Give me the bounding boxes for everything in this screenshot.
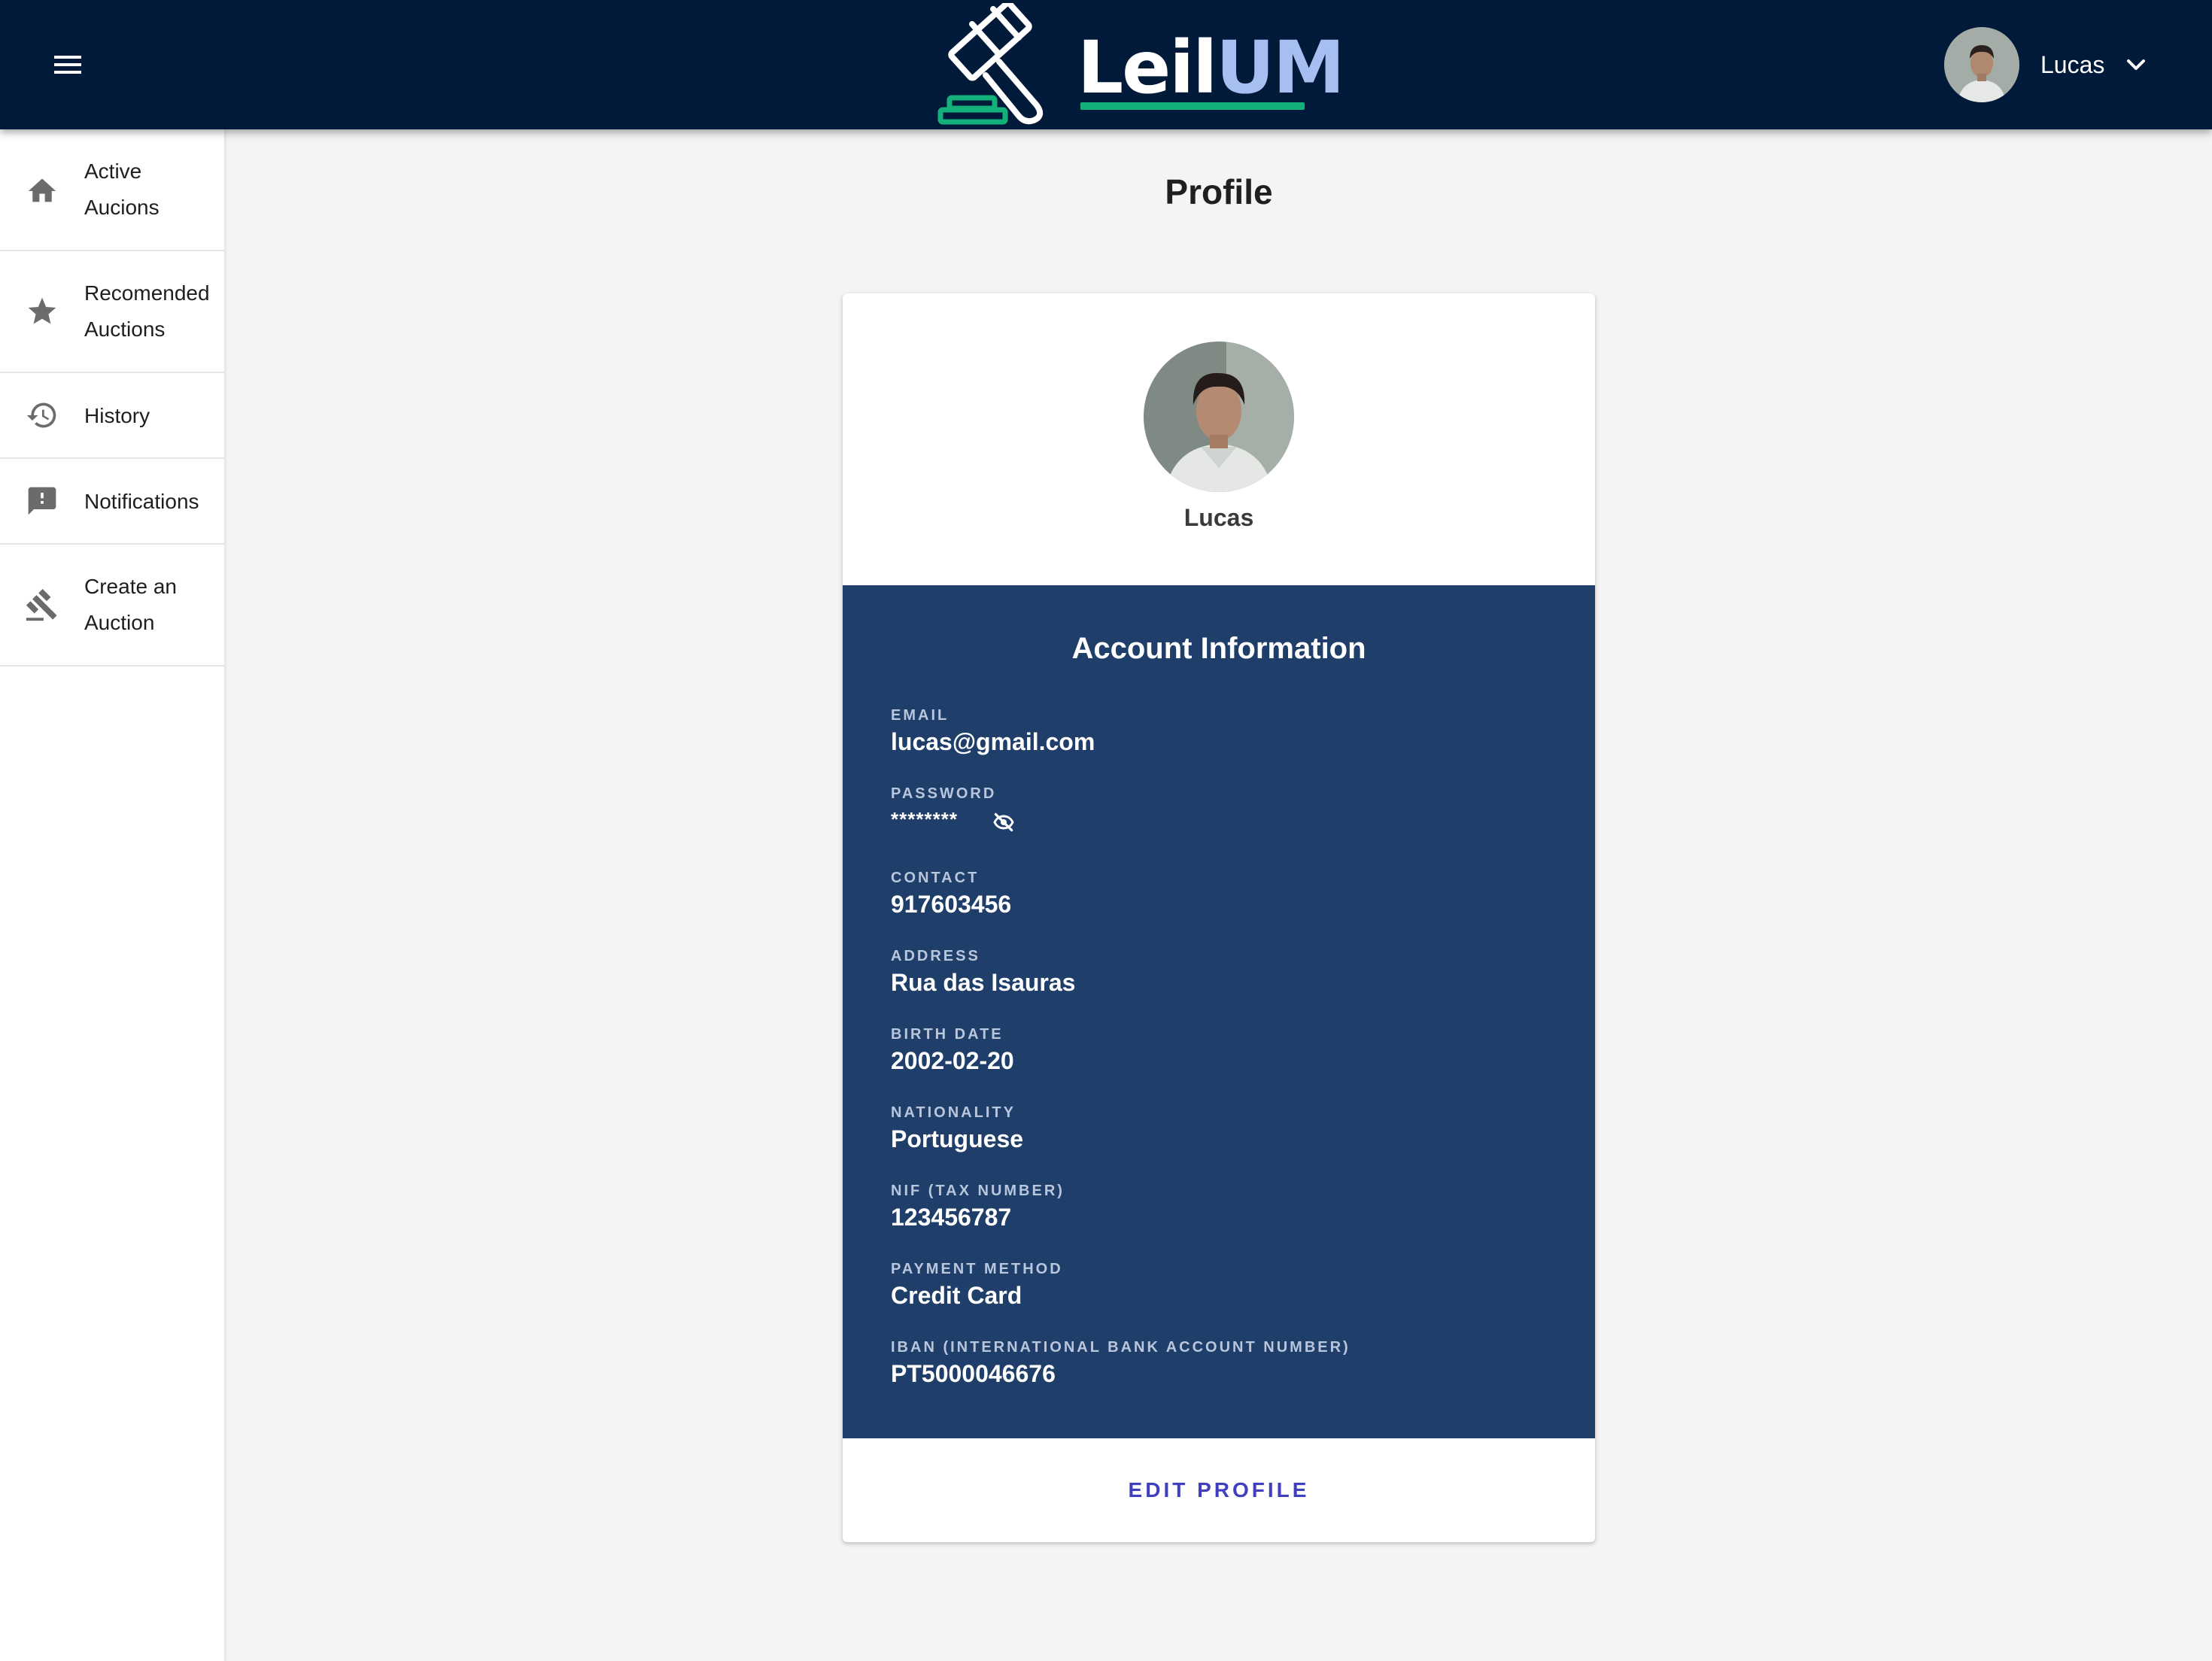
payment-method-field: PAYMENT METHOD Credit Card — [891, 1259, 1553, 1310]
field-value: lucas@gmail.com — [891, 728, 1095, 755]
sidebar-item-notifications[interactable]: Notifications — [0, 459, 224, 545]
user-menu[interactable]: Lucas — [1944, 27, 2162, 102]
feedback-icon — [23, 481, 62, 521]
field-value: Rua das Isauras — [891, 969, 1076, 996]
nationality-field: NATIONALITY Portuguese — [891, 1103, 1553, 1154]
iban-field: IBAN (INTERNATIONAL BANK ACCOUNT NUMBER)… — [891, 1338, 1553, 1389]
field-value: 2002-02-20 — [891, 1047, 1014, 1074]
field-label: NIF (TAX NUMBER) — [891, 1183, 1065, 1199]
field-value: PT5000046676 — [891, 1360, 1056, 1387]
sidebar: Active Aucions Recomended Auctions Histo… — [0, 129, 224, 1661]
user-name: Lucas — [2040, 50, 2105, 78]
profile-card: Lucas Account Information EMAIL lucas@gm… — [843, 293, 1595, 1542]
brand-underline — [1080, 102, 1305, 110]
chevron-down-icon — [2127, 59, 2146, 70]
sidebar-item-label: Create an — [84, 575, 177, 598]
birth-date-field: BIRTH DATE 2002-02-20 — [891, 1025, 1553, 1076]
star-icon — [23, 292, 62, 331]
field-label: NATIONALITY — [891, 1104, 1016, 1121]
toggle-password-visibility-button[interactable] — [991, 809, 1016, 835]
history-icon — [23, 396, 62, 435]
gavel-icon — [23, 585, 62, 624]
avatar — [1944, 27, 2019, 102]
menu-button[interactable] — [44, 42, 92, 87]
field-value: 123456787 — [891, 1204, 1012, 1231]
account-information-panel: Account Information EMAIL lucas@gmail.co… — [843, 585, 1595, 1438]
sidebar-item-label: Aucions — [84, 196, 160, 219]
hamburger-menu-icon — [54, 56, 81, 74]
sidebar-item-recommended-auctions[interactable]: Recomended Auctions — [0, 251, 224, 373]
edit-profile-button[interactable]: EDIT PROFILE — [843, 1438, 1595, 1542]
field-label: CONTACT — [891, 870, 980, 886]
nif-field: NIF (TAX NUMBER) 123456787 — [891, 1181, 1553, 1232]
profile-name: Lucas — [1183, 504, 1254, 531]
sidebar-item-label: History — [84, 404, 150, 427]
eye-off-icon — [993, 812, 1014, 832]
brand-part-2: UM — [1216, 26, 1345, 110]
contact-field: CONTACT 917603456 — [891, 868, 1553, 919]
profile-avatar — [1144, 342, 1294, 492]
brand-part-1: Leil — [1077, 26, 1217, 110]
field-label: EMAIL — [891, 707, 950, 724]
gavel-logo-icon — [937, 3, 1044, 125]
field-label: PAYMENT METHOD — [891, 1261, 1063, 1277]
sidebar-item-label: Recomended — [84, 281, 210, 305]
section-title: Account Information — [1071, 632, 1366, 665]
sidebar-item-history[interactable]: History — [0, 373, 224, 459]
address-field: ADDRESS Rua das Isauras — [891, 946, 1553, 998]
sidebar-item-label: Active — [84, 159, 142, 183]
password-field: PASSWORD ******** — [891, 784, 1553, 835]
email-field: EMAIL lucas@gmail.com — [891, 706, 1553, 757]
sidebar-item-create-auction[interactable]: Create an Auction — [0, 545, 224, 667]
field-label: BIRTH DATE — [891, 1026, 1004, 1043]
field-value: Credit Card — [891, 1282, 1022, 1309]
top-app-bar: LeilUM Lucas — [0, 0, 2212, 129]
field-value: ******** — [891, 808, 958, 830]
sidebar-item-label: Notifications — [84, 490, 199, 513]
field-value: 917603456 — [891, 891, 1012, 918]
field-label: PASSWORD — [891, 785, 997, 802]
brand-wordmark: LeilUM — [1077, 23, 1345, 113]
sidebar-item-active-auctions[interactable]: Active Aucions — [0, 129, 224, 251]
field-label: ADDRESS — [891, 948, 980, 964]
page-title: Profile — [1165, 172, 1273, 211]
field-label: IBAN (INTERNATIONAL BANK ACCOUNT NUMBER) — [891, 1339, 1351, 1356]
sidebar-item-label: Auctions — [84, 317, 166, 341]
home-icon — [23, 170, 62, 209]
field-value: Portuguese — [891, 1125, 1024, 1152]
sidebar-item-label: Auction — [84, 611, 155, 634]
